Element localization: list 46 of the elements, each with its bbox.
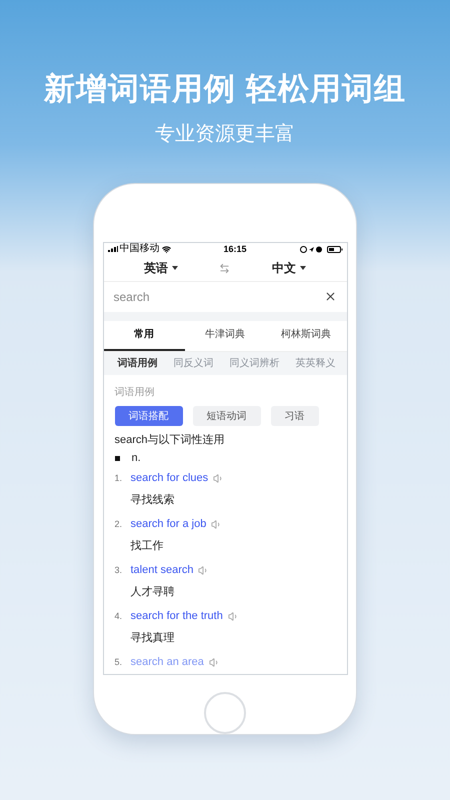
speaker-icon[interactable] <box>198 565 210 576</box>
item-number: 4. <box>114 610 124 623</box>
status-icons-drawing <box>300 246 324 253</box>
part-of-speech: n. <box>132 451 141 466</box>
section-title: 词语用例 <box>114 386 156 400</box>
subtab[interactable]: 同反义词 <box>174 356 214 371</box>
source-language-selector[interactable]: 英语 <box>144 259 178 278</box>
close-icon[interactable] <box>324 290 336 304</box>
filter-chip[interactable]: 短语动词 <box>192 406 260 426</box>
tab[interactable]: 柯林斯词典 <box>266 320 346 351</box>
wifi-icon <box>162 244 170 254</box>
battery-icon <box>326 246 342 253</box>
subtab[interactable]: 同义词辨析 <box>230 356 280 371</box>
speaker-icon[interactable] <box>208 657 220 668</box>
item-number: 5. <box>114 656 124 669</box>
example-phrase[interactable]: talent search <box>130 562 194 579</box>
target-language-selector[interactable]: 中文 <box>272 259 306 278</box>
headline-subtitle: 专业资源更丰富 <box>155 122 295 146</box>
home-button[interactable] <box>204 692 246 734</box>
filter-chip[interactable]: 习语 <box>270 406 318 426</box>
item-number: 1. <box>114 472 124 485</box>
headline-title: 新增词语用例 轻松用词组 <box>44 70 406 108</box>
example-translation: 找工作 <box>130 539 164 554</box>
filter-chip[interactable]: 词语搭配 <box>114 406 182 426</box>
caret-icon <box>172 266 178 270</box>
speaker-icon[interactable] <box>211 519 222 530</box>
example-translation: 人才寻聘 <box>130 585 176 600</box>
tab[interactable]: 牛津词典 <box>184 320 266 351</box>
item-number: 2. <box>114 518 124 531</box>
swap-icon[interactable] <box>219 262 230 274</box>
caret-icon <box>300 266 306 270</box>
example-phrase[interactable]: search for clues <box>130 470 208 487</box>
example-phrase[interactable]: search for a job <box>130 516 206 533</box>
example-translation: 寻找真理 <box>130 631 176 646</box>
example-translation: 寻找线索 <box>130 492 176 508</box>
signal-icon <box>108 246 118 252</box>
subtab[interactable]: 英英释义 <box>296 356 336 371</box>
subtab[interactable]: 词语用例 <box>118 356 158 371</box>
usage-heading: search与以下词性连用 <box>114 433 226 448</box>
carrier-name: 中国移动 <box>120 244 160 254</box>
example-phrase[interactable]: search for the truth <box>130 608 223 625</box>
item-number: 3. <box>114 564 124 577</box>
speaker-icon[interactable] <box>213 473 224 484</box>
status-time: 16:15 <box>223 244 247 254</box>
speaker-icon[interactable] <box>228 611 239 622</box>
bullet-icon <box>114 456 120 461</box>
